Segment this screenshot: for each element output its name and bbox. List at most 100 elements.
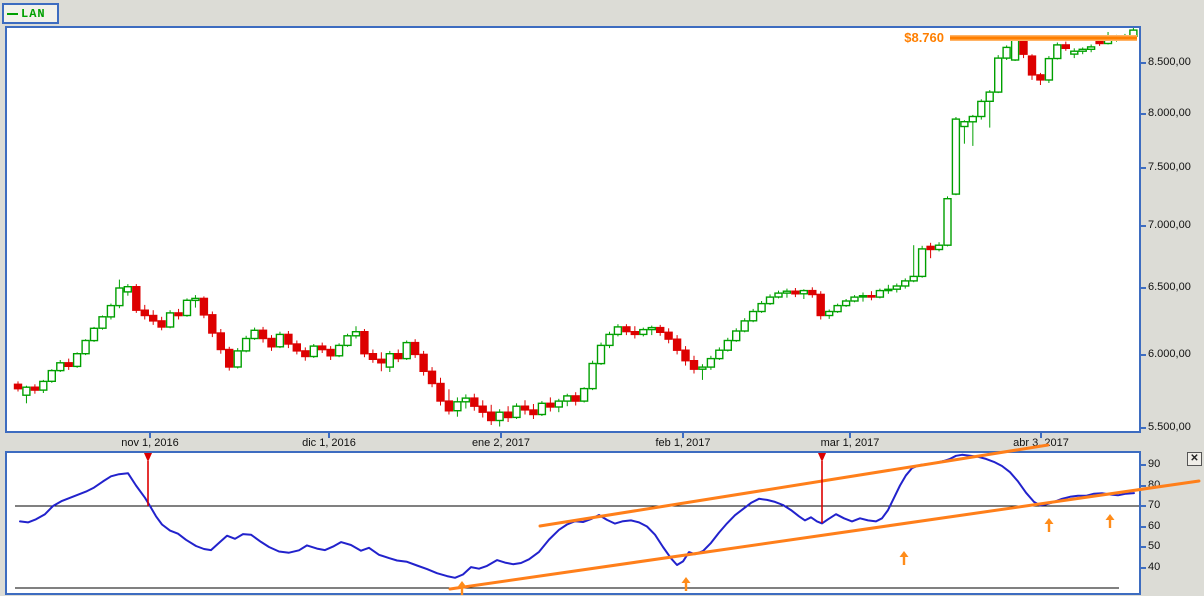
candle: [22, 385, 31, 404]
candle: [326, 346, 335, 360]
candle: [596, 342, 606, 365]
candle: [258, 326, 268, 343]
price-tick: [1141, 427, 1146, 430]
indicator-tick: [1141, 484, 1146, 487]
candle: [64, 358, 73, 370]
candle: [1078, 47, 1087, 55]
candle: [833, 303, 842, 313]
candle: [884, 284, 893, 294]
candle: [419, 350, 428, 376]
candle: [30, 384, 40, 394]
price-tick-label: 5.500,00: [1148, 421, 1191, 434]
price-tick-label: 7.000,00: [1148, 218, 1191, 231]
candle: [816, 291, 825, 320]
date-tick-label: nov 1, 2016: [121, 437, 179, 449]
candle: [444, 389, 454, 415]
candle: [275, 331, 285, 349]
indicator-panel[interactable]: [5, 451, 1141, 595]
indicator-tick: [1141, 566, 1146, 569]
candle: [765, 294, 775, 305]
price-tick-label: 8.500,00: [1148, 56, 1191, 68]
candle: [140, 304, 150, 320]
candle: [613, 324, 623, 337]
candle: [39, 379, 48, 393]
candle: [360, 329, 369, 358]
candle: [664, 328, 673, 344]
candle: [115, 279, 124, 309]
price-tick: [1141, 62, 1146, 64]
candle: [706, 355, 716, 370]
series-line-icon: [7, 12, 18, 15]
candle: [554, 398, 563, 413]
candle: [825, 309, 834, 319]
candle: [757, 301, 766, 313]
candle: [351, 326, 361, 339]
candle: [571, 392, 580, 406]
price-tick-label: 6.500,00: [1148, 280, 1191, 293]
candle: [782, 288, 792, 298]
candle: [98, 315, 107, 330]
indicator-tick: [1141, 505, 1146, 507]
candle: [284, 331, 293, 349]
close-icon: ✕: [1190, 453, 1199, 464]
candle: [478, 400, 487, 418]
rsi-line: [19, 453, 1135, 579]
indicator-tick-label: 60: [1148, 519, 1161, 532]
indicator-tick-label: 50: [1148, 540, 1161, 552]
candle: [1086, 44, 1096, 53]
candle: [436, 377, 445, 406]
candle: [13, 381, 23, 392]
price-chart-panel[interactable]: [5, 26, 1141, 433]
candle: [72, 352, 82, 368]
candle: [470, 393, 479, 411]
candle: [182, 298, 192, 317]
candle: [909, 245, 918, 283]
candle: [292, 340, 301, 355]
indicator-tick-label: 40: [1148, 560, 1161, 573]
candle: [926, 242, 935, 259]
symbol-legend-chip[interactable]: LAN: [2, 3, 59, 24]
candle: [520, 400, 530, 415]
candle: [81, 339, 90, 356]
candle: [698, 364, 707, 380]
candle: [1070, 48, 1079, 59]
price-tick: [1141, 224, 1146, 227]
candle: [368, 349, 378, 363]
indicator-tick-label: 80: [1148, 478, 1161, 491]
candle: [529, 404, 538, 419]
candle: [427, 367, 437, 388]
indicator-tick: [1141, 525, 1146, 528]
candle: [385, 350, 394, 372]
candle: [605, 331, 614, 349]
date-tick-label: dic 1, 2016: [302, 437, 356, 449]
candle: [579, 387, 589, 403]
candle: [47, 369, 56, 383]
candle: [174, 308, 183, 320]
candle: [850, 295, 859, 303]
candle: [917, 245, 927, 278]
candle: [224, 346, 234, 371]
candle: [233, 348, 242, 369]
candle: [808, 287, 817, 298]
candle: [977, 99, 986, 120]
candle: [132, 284, 141, 313]
candle: [157, 316, 166, 331]
candle: [994, 55, 1003, 94]
candle: [241, 335, 251, 353]
candle: [309, 344, 318, 358]
candle: [867, 291, 876, 301]
candle: [1044, 56, 1054, 83]
candle: [841, 299, 851, 307]
candle: [588, 360, 597, 391]
candle: [774, 290, 783, 299]
price-tick-label: 7.500,00: [1148, 160, 1191, 173]
candle: [934, 242, 944, 252]
candle: [89, 326, 99, 342]
indicator-tick: [1141, 546, 1146, 548]
candle: [672, 335, 682, 355]
close-indicator-button[interactable]: ✕: [1187, 452, 1202, 466]
candle: [968, 114, 977, 146]
candle: [512, 403, 521, 419]
resistance-price-label: $8.760: [904, 30, 944, 45]
candle: [267, 335, 276, 351]
